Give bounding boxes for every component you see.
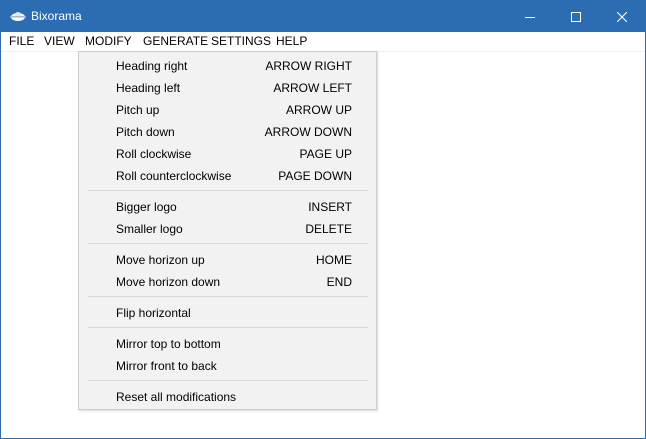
menu-separator <box>88 243 368 244</box>
menu-bar: FILE VIEW MODIFY GENERATE SETTINGS HELP <box>1 32 645 52</box>
menu-item-shortcut: PAGE DOWN <box>278 169 352 183</box>
app-logo-icon <box>9 9 27 23</box>
menu-item-label: Mirror top to bottom <box>116 337 221 351</box>
menu-item-label: Heading left <box>116 81 181 95</box>
menu-item-flip-horizontal[interactable]: Flip horizontal <box>79 301 376 323</box>
close-icon <box>617 11 627 22</box>
menu-item-reset-all-modifications[interactable]: Reset all modifications <box>79 385 376 407</box>
menu-item-shortcut: DELETE <box>305 222 352 236</box>
menu-modify[interactable]: MODIFY <box>79 32 138 51</box>
menu-item-shortcut: ARROW LEFT <box>273 81 352 95</box>
menu-generate[interactable]: GENERATE <box>137 32 214 51</box>
menu-item-shortcut: PAGE UP <box>299 147 352 161</box>
menu-item-label: Pitch down <box>116 125 175 139</box>
menu-separator <box>88 296 368 297</box>
menu-item-label: Pitch up <box>116 103 160 117</box>
window-title: Bixorama <box>31 9 82 23</box>
maximize-button[interactable] <box>553 1 599 32</box>
menu-separator <box>88 327 368 328</box>
menu-item-shortcut: ARROW RIGHT <box>265 59 352 73</box>
menu-item-mirror-front-to-back[interactable]: Mirror front to back <box>79 354 376 376</box>
title-bar[interactable]: Bixorama <box>1 1 645 32</box>
minimize-icon <box>525 12 535 22</box>
menu-item-pitch-up[interactable]: Pitch up ARROW UP <box>79 98 376 120</box>
menu-file[interactable]: FILE <box>3 32 40 51</box>
menu-item-heading-left[interactable]: Heading left ARROW LEFT <box>79 76 376 98</box>
menu-item-label: Smaller logo <box>116 222 183 236</box>
maximize-icon <box>571 11 581 22</box>
menu-help[interactable]: HELP <box>270 32 313 51</box>
menu-item-roll-counterclockwise[interactable]: Roll counterclockwise PAGE DOWN <box>79 164 376 186</box>
menu-view[interactable]: VIEW <box>38 32 81 51</box>
app-window: Bixorama FILE VIEW MODIFY GENERATE SETTI… <box>0 0 646 439</box>
menu-item-label: Roll counterclockwise <box>116 169 232 183</box>
menu-separator <box>88 380 368 381</box>
menu-item-shortcut: HOME <box>316 253 352 267</box>
menu-item-shortcut: ARROW DOWN <box>264 125 352 139</box>
menu-item-move-horizon-up[interactable]: Move horizon up HOME <box>79 248 376 270</box>
menu-item-smaller-logo[interactable]: Smaller logo DELETE <box>79 217 376 239</box>
menu-item-shortcut: END <box>326 275 352 289</box>
menu-item-label: Move horizon up <box>116 253 205 267</box>
menu-item-label: Mirror front to back <box>116 359 217 373</box>
menu-item-roll-clockwise[interactable]: Roll clockwise PAGE UP <box>79 142 376 164</box>
modify-dropdown-menu: Heading right ARROW RIGHT Heading left A… <box>78 51 377 410</box>
menu-item-label: Move horizon down <box>116 275 221 289</box>
menu-item-mirror-top-to-bottom[interactable]: Mirror top to bottom <box>79 332 376 354</box>
menu-item-heading-right[interactable]: Heading right ARROW RIGHT <box>79 54 376 76</box>
menu-item-label: Flip horizontal <box>116 306 191 320</box>
menu-item-label: Roll clockwise <box>116 147 192 161</box>
menu-item-shortcut: INSERT <box>308 200 352 214</box>
menu-item-label: Heading right <box>116 59 188 73</box>
menu-separator <box>88 190 368 191</box>
menu-item-pitch-down[interactable]: Pitch down ARROW DOWN <box>79 120 376 142</box>
close-button[interactable] <box>599 1 645 32</box>
menu-settings[interactable]: SETTINGS <box>205 32 277 51</box>
menu-item-bigger-logo[interactable]: Bigger logo INSERT <box>79 195 376 217</box>
minimize-button[interactable] <box>507 1 553 32</box>
menu-item-label: Bigger logo <box>116 200 177 214</box>
menu-item-shortcut: ARROW UP <box>286 103 352 117</box>
menu-item-move-horizon-down[interactable]: Move horizon down END <box>79 270 376 292</box>
menu-item-label: Reset all modifications <box>116 390 237 404</box>
